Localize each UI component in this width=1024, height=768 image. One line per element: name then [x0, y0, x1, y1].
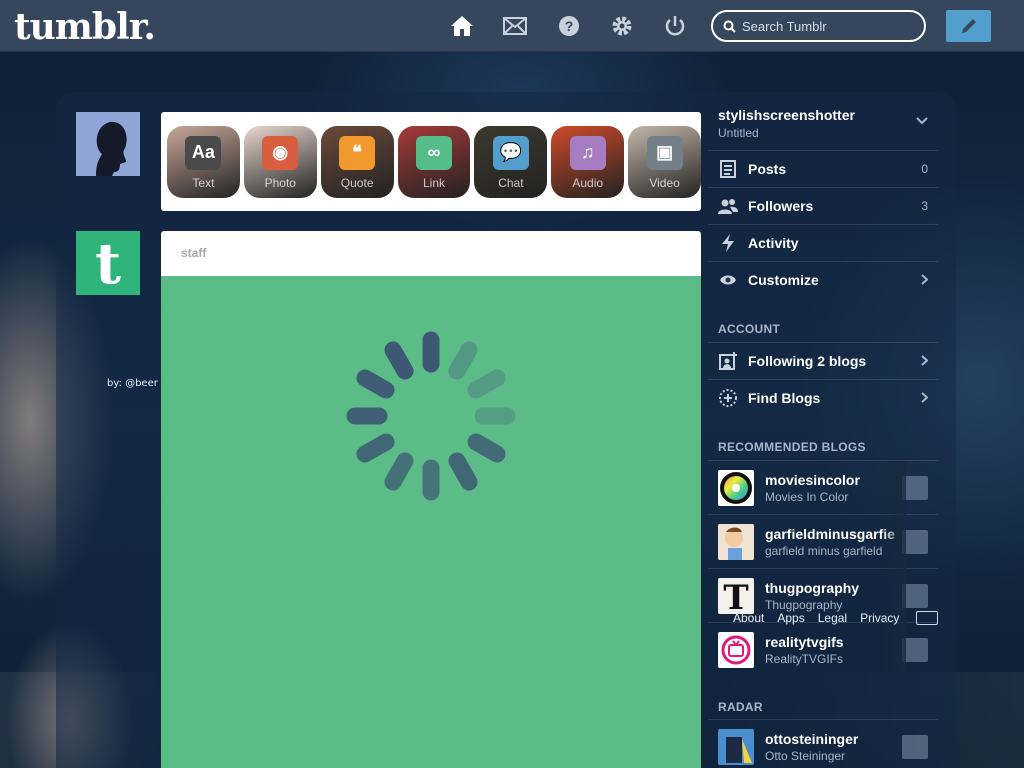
- svg-text:t: t: [95, 235, 121, 291]
- blog-name: stylishscreenshotter: [718, 107, 855, 123]
- posts-icon: [720, 159, 736, 178]
- chevron-right-icon: [921, 392, 928, 403]
- sidebar-item-posts[interactable]: Posts 0: [708, 150, 938, 186]
- post-type-audio-button[interactable]: ♫ Audio: [551, 125, 625, 198]
- sidebar-item-customize[interactable]: Customize: [708, 261, 938, 297]
- background-credit: by: @beer: [107, 378, 158, 389]
- chevron-down-icon: [916, 117, 928, 125]
- post-type-label: Chat: [498, 175, 524, 190]
- sidebar-item-label: Followers: [748, 197, 814, 214]
- photo-icon: ◉: [262, 135, 299, 170]
- quote-icon: ❝: [339, 135, 376, 170]
- staff-avatar[interactable]: t: [76, 231, 140, 295]
- mail-icon[interactable]: [502, 13, 528, 39]
- gear-icon[interactable]: [609, 13, 635, 39]
- footer-link-apps[interactable]: Apps: [777, 611, 804, 625]
- blog-avatar: [718, 631, 754, 668]
- link-icon: ∞: [416, 135, 452, 170]
- text-icon: Aa: [185, 135, 222, 170]
- followers-icon: [718, 198, 738, 214]
- chevron-right-icon: [921, 274, 928, 285]
- search-input[interactable]: [742, 18, 912, 34]
- footer-link-privacy[interactable]: Privacy: [860, 611, 899, 625]
- section-title-recommended: RECOMMENDED BLOGS: [718, 440, 866, 454]
- blog-avatar: T: [718, 577, 754, 614]
- post-type-chat-button[interactable]: 💬 Chat: [474, 125, 548, 198]
- post-type-quote-button[interactable]: ❝ Quote: [320, 125, 394, 198]
- post-type-label: Audio: [572, 175, 604, 190]
- user-avatar[interactable]: [76, 112, 140, 176]
- pencil-icon: [961, 19, 976, 33]
- sidebar-item-followers[interactable]: Followers 3: [708, 187, 938, 223]
- tumblr-logo[interactable]: tumblr.: [14, 6, 156, 48]
- sidebar-scroll-shade: [880, 461, 906, 675]
- sidebar-item-activity[interactable]: Activity: [708, 224, 938, 260]
- svg-text:T: T: [723, 580, 748, 612]
- eye-icon: [720, 275, 736, 284]
- sidebar-item-label: Customize: [748, 271, 819, 288]
- follow-button[interactable]: [902, 734, 928, 759]
- post-body: [161, 276, 701, 768]
- lightning-icon: [722, 233, 734, 252]
- sidebar-item-label: Following 2 blogs: [748, 352, 867, 369]
- footer-link-about[interactable]: About: [733, 611, 764, 625]
- post-type-link-button[interactable]: ∞ Link: [397, 125, 471, 198]
- sidebar-item-label: Posts: [748, 160, 787, 177]
- blog-subtitle: Otto Steininger: [765, 748, 846, 763]
- find-blogs-icon: [719, 388, 737, 407]
- radar-blog[interactable]: ottosteininger Otto Steininger: [708, 719, 938, 768]
- top-navbar: tumblr. ?: [0, 0, 1024, 52]
- post-type-label: Photo: [264, 175, 296, 190]
- sidebar-item-label: Find Blogs: [748, 389, 821, 406]
- post-type-bar: Aa Text ◉ Photo ❝ Quote ∞ Link 💬 Chat ♫ Audio ▣ Video: [161, 112, 702, 211]
- post-type-label: Link: [423, 175, 446, 190]
- blog-name: ottosteininger: [765, 730, 859, 747]
- svg-text:?: ?: [565, 18, 574, 34]
- search-icon: [723, 20, 736, 33]
- audio-icon: ♫: [569, 135, 606, 170]
- home-icon[interactable]: [449, 13, 475, 39]
- post-type-label: Text: [192, 175, 215, 190]
- power-icon[interactable]: [662, 13, 688, 39]
- blog-avatar: [718, 469, 754, 506]
- followers-count: 3: [921, 198, 928, 213]
- post-type-video-button[interactable]: ▣ Video: [628, 125, 702, 198]
- blog-avatar: [718, 523, 754, 560]
- post-type-label: Quote: [340, 175, 374, 190]
- blog-switcher[interactable]: stylishscreenshotter Untitled: [708, 107, 938, 149]
- section-title-account: ACCOUNT: [718, 322, 781, 336]
- sidebar-item-label: Activity: [748, 234, 799, 251]
- blog-title: Untitled: [718, 126, 759, 140]
- following-icon: [719, 351, 737, 370]
- sidebar-item-following[interactable]: Following 2 blogs: [708, 342, 938, 378]
- post-type-label: Video: [649, 175, 680, 190]
- compose-button[interactable]: [946, 10, 991, 42]
- footer-link-legal[interactable]: Legal: [818, 611, 847, 625]
- search-box[interactable]: [711, 10, 926, 42]
- post-author[interactable]: staff: [161, 231, 701, 276]
- post-type-text-button[interactable]: Aa Text: [167, 125, 240, 198]
- blog-avatar: [718, 728, 754, 765]
- staff-post: staff: [161, 231, 701, 768]
- section-title-radar: RADAR: [718, 700, 763, 714]
- chat-icon: 💬: [492, 135, 529, 170]
- video-icon: ▣: [646, 135, 683, 170]
- keyboard-shortcuts-icon[interactable]: [916, 611, 938, 625]
- post-type-photo-button[interactable]: ◉ Photo: [243, 125, 317, 198]
- sidebar-item-find-blogs[interactable]: Find Blogs: [708, 379, 938, 415]
- chevron-right-icon: [921, 355, 928, 366]
- footer-links: About Apps Legal Privacy: [733, 611, 912, 625]
- help-icon[interactable]: ?: [556, 13, 582, 39]
- posts-count: 0: [921, 161, 928, 176]
